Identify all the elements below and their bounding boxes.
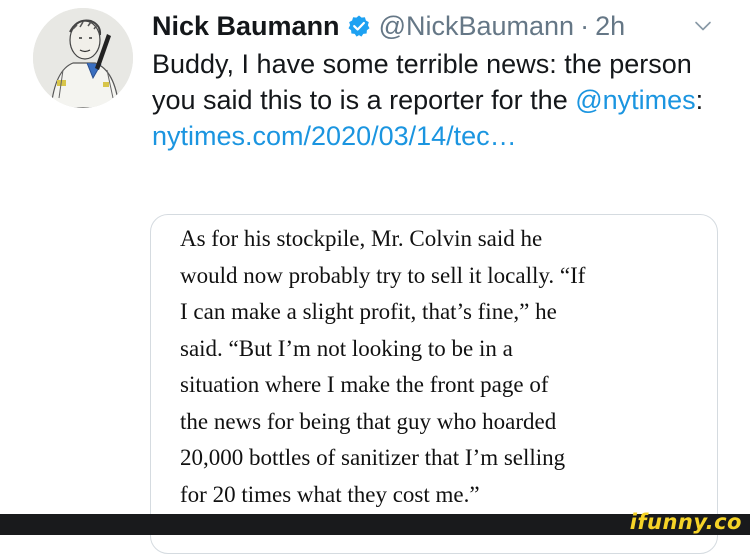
mention-link[interactable]: @nytimes bbox=[575, 85, 695, 115]
quoted-article-text: As for his stockpile, Mr. Colvin said he… bbox=[180, 221, 700, 513]
author-handle[interactable]: @NickBaumann bbox=[379, 8, 575, 44]
quote-line: As for his stockpile, Mr. Colvin said he bbox=[180, 226, 543, 251]
author-name[interactable]: Nick Baumann bbox=[152, 8, 340, 44]
header-separator: · bbox=[580, 11, 590, 41]
quote-line: situation where I make the front page of bbox=[180, 372, 549, 397]
article-link[interactable]: nytimes.com/2020/03/14/​tec… bbox=[152, 121, 517, 151]
quote-line: for 20 times what they cost me.” bbox=[180, 481, 480, 507]
avatar[interactable] bbox=[33, 8, 133, 108]
quote-line: the news for being that guy who hoarded bbox=[180, 408, 557, 434]
verified-badge-icon bbox=[347, 14, 371, 38]
chevron-down-icon[interactable] bbox=[691, 14, 715, 38]
tweet-text-punctuation: : bbox=[695, 85, 704, 115]
tweet-body: Buddy, I have some terrible news: the pe… bbox=[152, 46, 732, 154]
ifunny-watermark: ifunny.co bbox=[629, 510, 742, 534]
avatar-sketch-image bbox=[33, 8, 133, 108]
tweet-timestamp[interactable]: 2h bbox=[595, 8, 625, 44]
quote-line: 20,000 bottles of sanitizer that I’m sel… bbox=[180, 445, 566, 470]
quote-line: I can make a slight profit, that’s fine,… bbox=[180, 299, 557, 324]
tweet-header: Nick Baumann @NickBaumann · 2h bbox=[152, 8, 625, 44]
quote-line: would now probably try to sell it locall… bbox=[180, 262, 586, 288]
quote-line: said. “But I’m not looking to be in a bbox=[180, 335, 513, 361]
